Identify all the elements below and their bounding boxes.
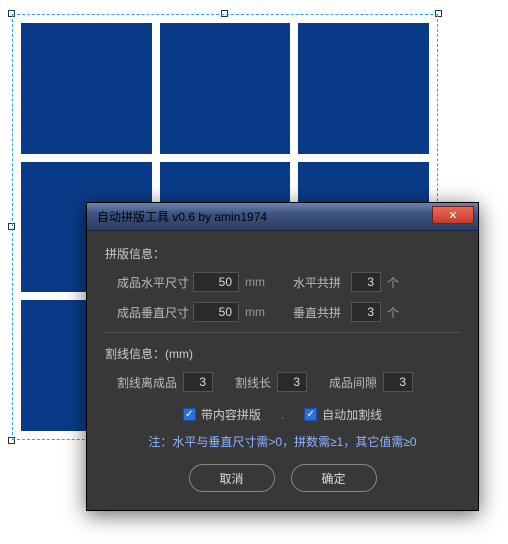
unit-mm: mm <box>245 275 265 289</box>
dialog-titlebar[interactable]: 自动拼版工具 v0.6 by amin1974 ✕ <box>87 203 478 231</box>
input-v-size[interactable] <box>193 302 239 322</box>
input-h-count[interactable] <box>351 272 381 292</box>
close-icon: ✕ <box>448 209 457 222</box>
label-v-count: 垂直共拼 <box>293 304 351 321</box>
label-h-count: 水平共拼 <box>293 274 351 291</box>
dialog-body: 拼版信息： 成品水平尺寸 mm 水平共拼 个 成品垂直尺寸 mm 垂直共拼 个 … <box>87 231 478 510</box>
preview-cell <box>21 23 152 154</box>
checkbox-with-content-label: 带内容拼版 <box>201 406 261 423</box>
unit-count: 个 <box>387 304 399 321</box>
separator-dot: . <box>281 408 284 422</box>
dialog-title: 自动拼版工具 v0.6 by amin1974 <box>97 208 267 225</box>
label-gap: 成品间隙 <box>329 374 377 391</box>
selection-handle[interactable] <box>8 10 15 17</box>
button-row: 取消 确定 <box>105 464 460 492</box>
checkbox-auto-cutline-label: 自动加割线 <box>322 406 382 423</box>
row-cutline: 割线离成品 割线长 成品间隙 <box>105 372 460 392</box>
note-text: 注：水平与垂直尺寸需>0，拼数需≥1，其它值需≥0 <box>105 433 460 450</box>
row-v-size: 成品垂直尺寸 mm 垂直共拼 个 <box>105 302 460 322</box>
check-icon: ✓ <box>183 408 196 421</box>
selection-handle[interactable] <box>221 10 228 17</box>
unit-count: 个 <box>387 274 399 291</box>
row-h-size: 成品水平尺寸 mm 水平共拼 个 <box>105 272 460 292</box>
imposition-dialog: 自动拼版工具 v0.6 by amin1974 ✕ 拼版信息： 成品水平尺寸 m… <box>86 202 479 511</box>
input-cut-offset[interactable] <box>183 372 213 392</box>
input-cut-length[interactable] <box>277 372 307 392</box>
checkbox-auto-cutline[interactable]: ✓ 自动加割线 <box>304 406 382 423</box>
preview-cell <box>160 23 291 154</box>
selection-handle[interactable] <box>8 437 15 444</box>
unit-mm: mm <box>245 305 265 319</box>
label-v-size: 成品垂直尺寸 <box>117 304 193 321</box>
check-icon: ✓ <box>304 408 317 421</box>
section-imposition-title: 拼版信息： <box>105 245 460 262</box>
checkbox-with-content[interactable]: ✓ 带内容拼版 <box>183 406 261 423</box>
checkbox-row: ✓ 带内容拼版 . ✓ 自动加割线 <box>105 406 460 423</box>
selection-handle[interactable] <box>435 10 442 17</box>
input-h-size[interactable] <box>193 272 239 292</box>
label-cut-length: 割线长 <box>235 374 271 391</box>
label-h-size: 成品水平尺寸 <box>117 274 193 291</box>
input-v-count[interactable] <box>351 302 381 322</box>
selection-handle[interactable] <box>8 223 15 230</box>
input-gap[interactable] <box>383 372 413 392</box>
divider <box>105 332 460 333</box>
ok-button[interactable]: 确定 <box>291 464 377 492</box>
label-cut-offset: 割线离成品 <box>117 374 177 391</box>
cancel-button[interactable]: 取消 <box>189 464 275 492</box>
close-button[interactable]: ✕ <box>432 206 474 224</box>
preview-cell <box>298 23 429 154</box>
section-cutline-title: 割线信息：(mm) <box>105 345 460 362</box>
